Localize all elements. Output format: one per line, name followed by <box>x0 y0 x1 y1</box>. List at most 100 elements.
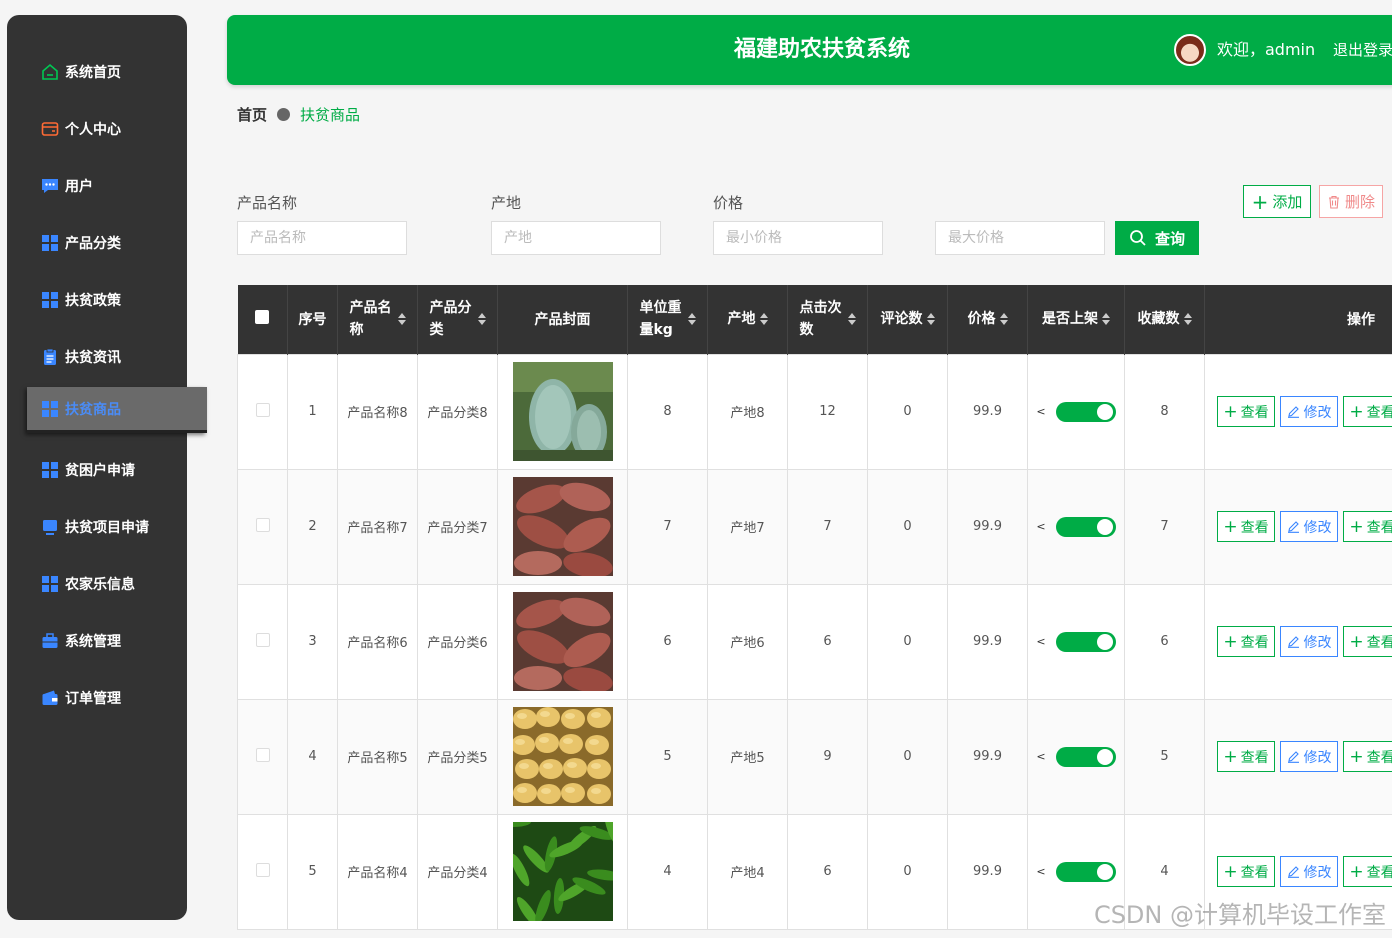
sidebar-item-profile[interactable]: 个人中心 <box>7 106 207 152</box>
grid-icon <box>41 291 59 309</box>
sort-icon[interactable] <box>1102 313 1110 326</box>
row-checkbox[interactable] <box>255 632 270 647</box>
cell-weight: 5 <box>627 698 708 815</box>
cell-listed: < <box>1027 583 1125 700</box>
breadcrumb: 首页 扶贫商品 <box>237 104 360 125</box>
delete-button[interactable]: 删除 <box>1319 185 1383 218</box>
view-button[interactable]: + 查看 <box>1343 511 1392 542</box>
sort-icon[interactable] <box>999 313 1008 326</box>
share-icon: < <box>1036 635 1046 648</box>
name-input[interactable] <box>237 221 407 255</box>
view-button[interactable]: + 查看 <box>1343 626 1392 657</box>
row-select-cell[interactable] <box>237 468 288 585</box>
col-origin[interactable]: 产地 <box>707 285 788 354</box>
row-checkbox[interactable] <box>255 517 270 532</box>
sidebar-item-users[interactable]: 用户 <box>7 163 207 209</box>
col-comments[interactable]: 评论数 <box>867 285 948 354</box>
logout-link[interactable]: 退出登录 <box>1333 15 1392 85</box>
edit-button[interactable]: 修改 <box>1280 626 1338 657</box>
plus-icon: + <box>1223 746 1238 767</box>
col-listed[interactable]: 是否上架 <box>1027 285 1125 354</box>
origin-input[interactable] <box>491 221 661 255</box>
listed-toggle[interactable] <box>1055 631 1116 652</box>
view-button[interactable]: + 查看 <box>1343 856 1392 887</box>
cell-weight: 6 <box>627 583 708 700</box>
sort-icon[interactable] <box>687 313 696 326</box>
sidebar-item-label: 系统管理 <box>65 634 121 650</box>
max-price-input[interactable] <box>935 221 1105 255</box>
sidebar-item-policy[interactable]: 扶贫政策 <box>7 277 207 323</box>
sidebar-item-project-apply[interactable]: 扶贫项目申请 <box>7 504 207 550</box>
cell-price: 99.9 <box>947 813 1028 930</box>
view-label: 查看 <box>1366 519 1392 536</box>
view-button[interactable]: + 查看 <box>1343 741 1392 772</box>
edit-button[interactable]: 修改 <box>1280 396 1338 427</box>
search-icon <box>1130 230 1146 246</box>
cell-origin: 产地5 <box>707 698 788 815</box>
cell-clicks: 7 <box>787 468 868 585</box>
sidebar-item-label: 扶贫资讯 <box>65 350 121 366</box>
col-price[interactable]: 价格 <box>947 285 1028 354</box>
sort-icon[interactable] <box>397 313 406 326</box>
edit-button[interactable]: 修改 <box>1280 741 1338 772</box>
edit-button[interactable]: 修改 <box>1280 856 1338 887</box>
sidebar-item-product-category[interactable]: 产品分类 <box>7 220 207 266</box>
sidebar-item-goods[interactable]: 扶贫商品 <box>27 387 207 433</box>
sort-icon[interactable] <box>1183 313 1192 326</box>
sidebar-item-system[interactable]: 系统管理 <box>7 618 207 664</box>
origin-label: 产地 <box>491 194 522 212</box>
row-checkbox[interactable] <box>255 402 270 417</box>
product-cover-image <box>512 477 613 576</box>
col-category[interactable]: 产品分类 <box>417 285 498 354</box>
cell-listed: < <box>1027 353 1125 470</box>
name-label: 产品名称 <box>237 194 298 212</box>
edit-button[interactable]: 修改 <box>1280 511 1338 542</box>
cell-favorites: 7 <box>1124 468 1205 585</box>
sidebar-item-farmhouse[interactable]: 农家乐信息 <box>7 561 207 607</box>
avatar[interactable] <box>1174 34 1206 66</box>
select-all-checkbox[interactable] <box>255 310 270 325</box>
col-weight[interactable]: 单位重量kg <box>627 285 708 354</box>
sidebar-item-poor-household[interactable]: 贫困户申请 <box>7 447 207 493</box>
view-button[interactable]: + 查看 <box>1217 396 1275 427</box>
sidebar-item-orders[interactable]: 订单管理 <box>7 675 207 721</box>
row-select-cell[interactable] <box>237 353 288 470</box>
view-button[interactable]: + 查看 <box>1217 626 1275 657</box>
select-all-cell[interactable] <box>237 285 288 354</box>
sort-icon[interactable] <box>477 313 486 326</box>
listed-toggle[interactable] <box>1055 746 1116 767</box>
row-checkbox[interactable] <box>255 862 270 877</box>
cell-name: 产品名称6 <box>337 583 418 700</box>
col-cover: 产品封面 <box>497 285 628 354</box>
col-clicks[interactable]: 点击次数 <box>787 285 868 354</box>
listed-toggle[interactable] <box>1055 401 1116 422</box>
row-select-cell[interactable] <box>237 813 288 930</box>
listed-toggle[interactable] <box>1055 516 1116 537</box>
sort-icon[interactable] <box>926 313 935 326</box>
view-button[interactable]: + 查看 <box>1217 511 1275 542</box>
row-select-cell[interactable] <box>237 698 288 815</box>
row-select-cell[interactable] <box>237 583 288 700</box>
sidebar-item-home[interactable]: 系统首页 <box>7 49 207 95</box>
welcome-text: 欢迎，admin <box>1217 40 1316 59</box>
add-button[interactable]: + 添加 <box>1243 185 1311 218</box>
sort-icon[interactable] <box>759 313 768 326</box>
view-label: 查看 <box>1366 634 1392 651</box>
sort-icon[interactable] <box>847 313 856 326</box>
view-button[interactable]: + 查看 <box>1343 396 1392 427</box>
sidebar-item-news[interactable]: 扶贫资讯 <box>7 334 207 380</box>
min-price-input[interactable] <box>713 221 883 255</box>
col-favorites[interactable]: 收藏数 <box>1124 285 1205 354</box>
view-button[interactable]: + 查看 <box>1217 856 1275 887</box>
grid-icon <box>41 461 59 479</box>
row-checkbox[interactable] <box>255 747 270 762</box>
cell-cover <box>497 698 628 815</box>
cell-comments: 0 <box>867 468 948 585</box>
view-button[interactable]: + 查看 <box>1217 741 1275 772</box>
edit-icon <box>1287 751 1299 763</box>
query-button[interactable]: 查询 <box>1115 221 1199 255</box>
breadcrumb-home[interactable]: 首页 <box>237 104 267 125</box>
col-name[interactable]: 产品名称 <box>337 285 418 354</box>
product-cover-image <box>512 707 613 806</box>
listed-toggle[interactable] <box>1055 861 1116 882</box>
